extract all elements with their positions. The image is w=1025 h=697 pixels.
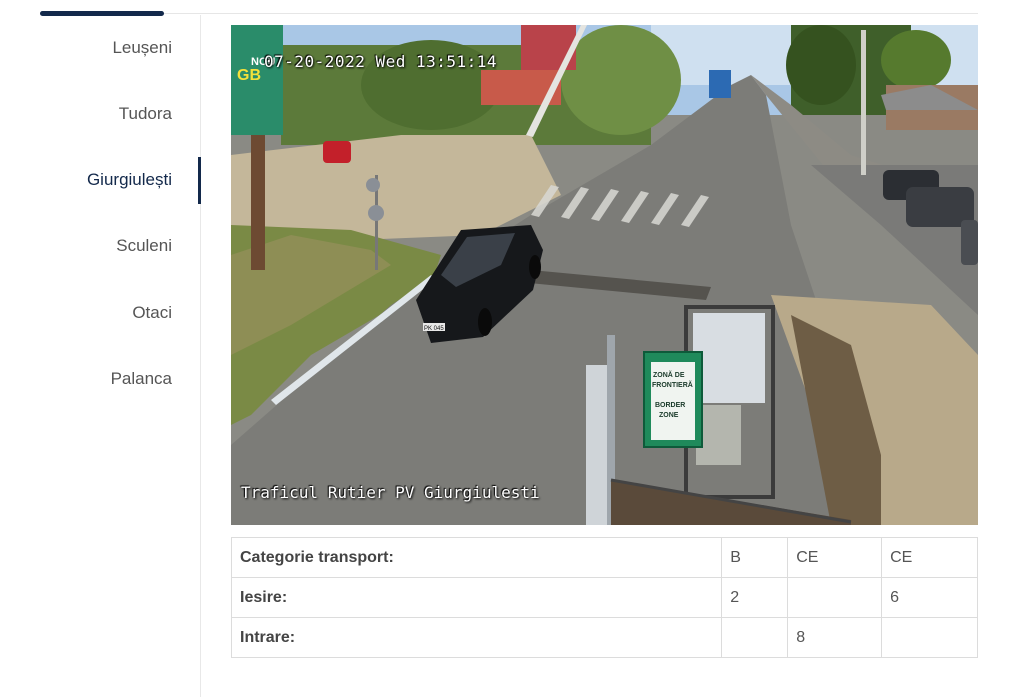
camera-timestamp: 07-20-2022 Wed 13:51:14 <box>264 52 498 71</box>
sidebar-active-marker <box>198 157 201 204</box>
table-cell <box>881 617 978 658</box>
sidebar-item-otaci[interactable]: Otaci <box>132 303 172 323</box>
sidebar-item-palanca[interactable]: Palanca <box>111 369 172 389</box>
table-cell: 6 <box>881 577 978 618</box>
row-label: Iesire: <box>230 577 723 618</box>
sidebar-item-sculeni[interactable]: Sculeni <box>116 236 172 256</box>
sidebar-item-leuseni[interactable]: Leușeni <box>112 38 172 58</box>
sign-text-3: BORDER <box>655 402 685 409</box>
table-row: Intrare: 8 <box>230 617 978 658</box>
sign-text-1: ZONĂ DE <box>653 370 685 379</box>
license-plate: PK 045 <box>424 326 444 332</box>
table-cell: 8 <box>787 617 883 658</box>
row-label: Categorie transport: <box>230 537 723 578</box>
camera-caption: Traficul Rutier PV Giurgiulesti <box>241 483 540 502</box>
row-label: Intrare: <box>230 617 723 658</box>
table-cell: CE <box>881 537 978 578</box>
top-divider <box>40 13 978 14</box>
camera-scene: GB NOU PK 045 ZONĂ DE FRONTIERĂ BORDER Z… <box>231 25 978 525</box>
table-cell <box>721 617 789 658</box>
sign-text-4: ZONE <box>659 412 679 419</box>
table-cell <box>787 577 883 618</box>
camera-feed: GB NOU PK 045 ZONĂ DE FRONTIERĂ BORDER Z… <box>231 25 978 525</box>
border-zone-sign: ZONĂ DE FRONTIERĂ BORDER ZONE <box>643 351 703 448</box>
table-cell: 2 <box>721 577 789 618</box>
table-row: Categorie transport: B CE CE <box>230 537 978 578</box>
sidebar: Leușeni Tudora Giurgiulești Sculeni Otac… <box>0 15 201 697</box>
sign-text-2: FRONTIERĂ <box>652 380 693 389</box>
traffic-table: Categorie transport: B CE CE Iesire: 2 6… <box>230 537 978 658</box>
sidebar-item-tudora[interactable]: Tudora <box>119 104 172 124</box>
table-cell: B <box>721 537 789 578</box>
sidebar-item-giurgiulesti[interactable]: Giurgiulești <box>87 170 172 190</box>
billboard-text: GB <box>237 67 261 84</box>
table-cell: CE <box>787 537 883 578</box>
table-row: Iesire: 2 6 <box>230 577 978 618</box>
